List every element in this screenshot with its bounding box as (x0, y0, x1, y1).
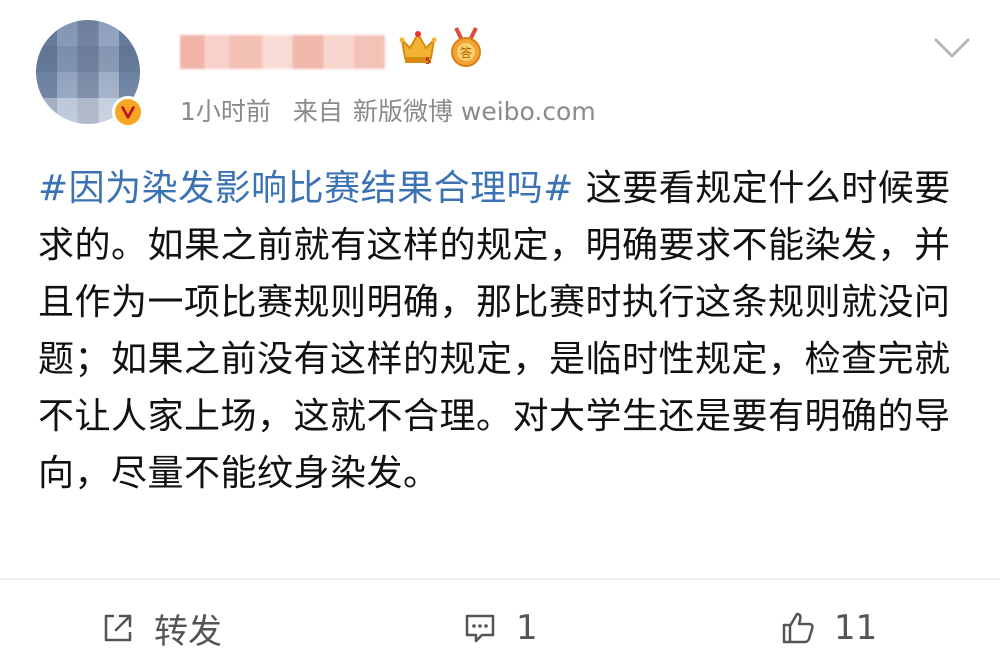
verified-v-icon (112, 96, 144, 128)
answer-medal-icon[interactable]: 答 (448, 26, 484, 68)
share-icon (104, 614, 132, 642)
comment-button[interactable]: 1 (462, 604, 538, 652)
divider (0, 578, 1000, 580)
repost-label: 转发 (154, 611, 222, 652)
svg-text:答: 答 (460, 45, 472, 60)
chevron-down-icon[interactable] (932, 34, 972, 62)
comment-count: 1 (516, 608, 538, 648)
post-body-text: 这要看规定什么时候要求的。如果之前就有这样的规定，明确要求不能染发，并且作为一项… (38, 168, 951, 494)
like-count: 11 (834, 608, 878, 648)
crown-badge-icon[interactable]: 5 (398, 26, 438, 68)
thumbs-up-icon (782, 612, 814, 644)
post-source[interactable]: 新版微博 weibo.com (353, 97, 596, 126)
svg-text:5: 5 (425, 57, 431, 67)
username-pixelated[interactable] (180, 35, 385, 69)
post-meta: 1小时前 来自 新版微博 weibo.com (180, 92, 618, 128)
like-button[interactable]: 11 (780, 604, 877, 652)
post-source-prefix: 来自 (292, 97, 343, 126)
post-time: 1小时前 (180, 97, 271, 126)
comment-icon (465, 614, 495, 643)
hashtag-link[interactable]: #因为染发影响比赛结果合理吗# (38, 168, 574, 209)
weibo-post-card: 5 答 1小时前 来自 新版微博 weibo.com #因为染发影响比赛结果合理吗#… (0, 0, 1000, 663)
post-content: #因为染发影响比赛结果合理吗# 这要看规定什么时候要求的。如果之前就有这样的规定… (38, 160, 968, 502)
repost-button[interactable]: 转发 (100, 604, 222, 652)
